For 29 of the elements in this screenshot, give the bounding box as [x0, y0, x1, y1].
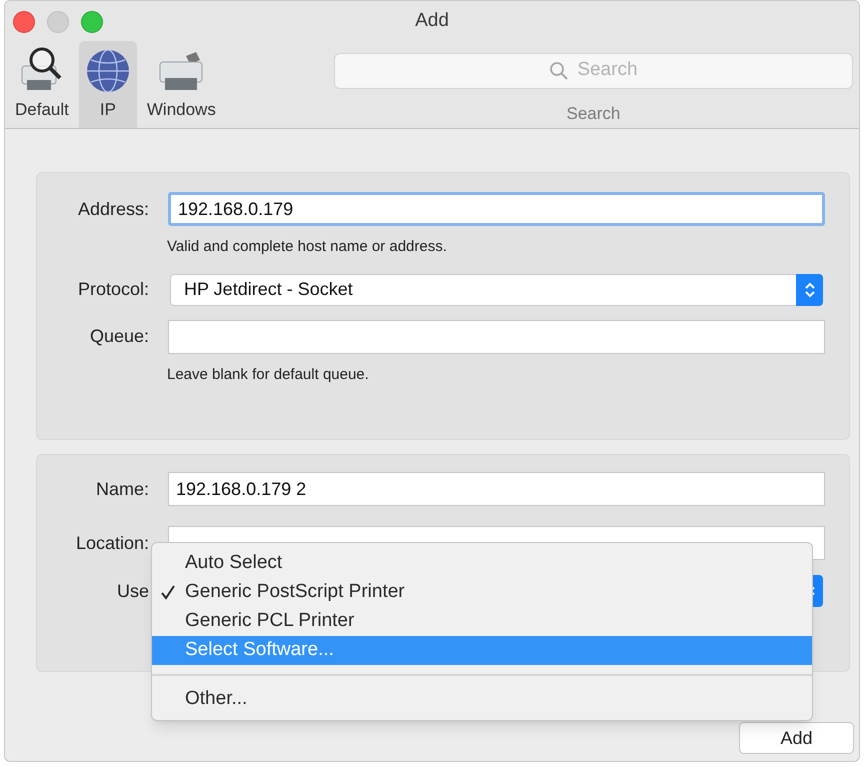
menu-item[interactable]: Generic PostScript Printer	[152, 578, 812, 607]
field-label: Name:	[94, 478, 149, 500]
search-label: Search	[566, 102, 620, 124]
input-field[interactable]	[168, 320, 825, 354]
menu-item[interactable]: Generic PCL Printer	[152, 607, 812, 636]
window-title: Add	[415, 8, 449, 32]
add-button[interactable]: Add	[739, 722, 854, 754]
toolbar-tab[interactable]: Default	[7, 40, 77, 128]
search-icon	[549, 60, 570, 80]
stepper-icon	[804, 280, 816, 298]
hint-text: Valid and complete host name or address.	[167, 237, 448, 257]
hint-text: Leave blank for default queue.	[167, 364, 370, 384]
input-field[interactable]: 192.168.0.179	[168, 192, 825, 226]
field-label: Use	[116, 580, 149, 602]
toolbar-tab[interactable]: Windows	[138, 40, 224, 128]
menu-item[interactable]: Auto Select	[152, 549, 812, 578]
menu-item[interactable]: Other...	[152, 685, 812, 714]
field-label: Protocol:	[76, 278, 149, 301]
zoom-window-button[interactable]	[81, 11, 103, 33]
close-window-button[interactable]	[13, 11, 35, 33]
toolbar-tab[interactable]: IP	[78, 40, 137, 128]
minimize-window-button[interactable]	[47, 11, 69, 33]
popup-button[interactable]: HP Jetdirect - Socket	[170, 274, 823, 306]
input-field[interactable]: 192.168.0.179 2	[168, 472, 825, 506]
field-label: Address:	[76, 198, 149, 220]
field-label: Location:	[74, 532, 149, 554]
checkmark-icon	[160, 584, 176, 600]
field-label: Queue:	[88, 325, 149, 348]
globe-icon	[84, 48, 131, 94]
